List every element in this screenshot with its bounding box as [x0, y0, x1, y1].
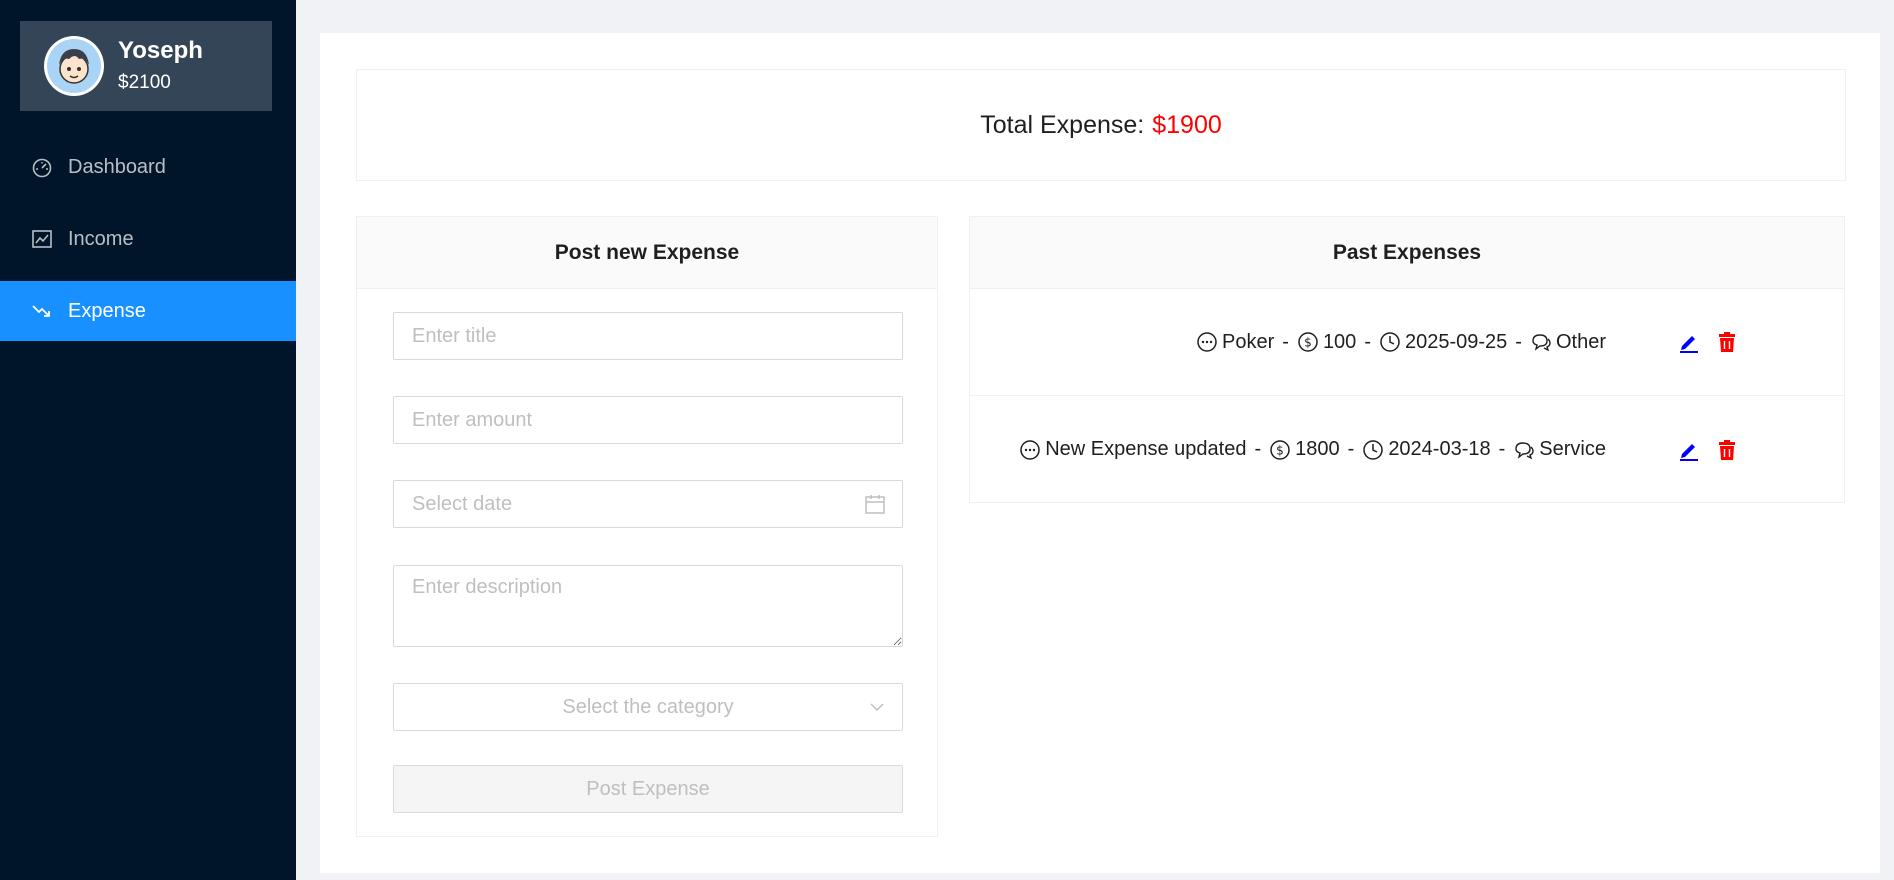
comment-icon	[1019, 439, 1041, 461]
calendar-icon	[864, 493, 886, 521]
avatar-face-icon	[59, 49, 89, 84]
trash-icon	[1719, 439, 1735, 460]
date-field[interactable]	[393, 480, 903, 528]
total-expense-amount: $1900	[1152, 110, 1222, 139]
date-input[interactable]	[412, 492, 884, 516]
clock-icon	[1379, 331, 1401, 353]
category-select[interactable]: Select the category	[393, 683, 903, 731]
user-card: Yoseph $2100	[20, 21, 272, 111]
sidebar-item-label: Expense	[68, 299, 146, 322]
expense-amount: 1800	[1295, 438, 1340, 460]
post-expense-panel: Post new Expense Select the category Pos…	[356, 216, 938, 837]
description-input[interactable]	[393, 565, 903, 647]
comments-icon	[1530, 331, 1552, 353]
past-expenses-heading: Past Expenses	[970, 217, 1844, 289]
expense-amount: 100	[1322, 330, 1357, 353]
title-field[interactable]	[393, 312, 903, 360]
post-expense-button[interactable]: Post Expense	[393, 765, 903, 813]
dollar-icon: $	[1297, 331, 1319, 353]
edit-button[interactable]	[1678, 438, 1700, 462]
sidebar: Yoseph $2100 Dashboard Income Expense	[0, 0, 296, 880]
line-chart-icon	[30, 227, 54, 251]
edit-button[interactable]	[1678, 330, 1700, 354]
avatar	[44, 36, 104, 96]
edit-icon	[1680, 443, 1698, 461]
trash-icon	[1719, 332, 1735, 352]
comments-icon	[1513, 439, 1535, 461]
list-item: Poker - $ 100 - 2025-09-25 - Other	[970, 289, 1844, 396]
svg-text:$: $	[1304, 336, 1312, 350]
expense-category: Service	[1539, 438, 1606, 460]
svg-text:$: $	[1276, 443, 1284, 457]
sidebar-item-expense[interactable]: Expense	[0, 281, 296, 341]
amount-field[interactable]	[393, 396, 903, 444]
comment-icon	[1196, 331, 1218, 353]
dashboard-icon	[30, 155, 54, 179]
expense-date: 2025-09-25	[1404, 330, 1508, 353]
chevron-down-icon	[868, 698, 886, 722]
title-input[interactable]	[412, 324, 884, 348]
main-content: Total Expense: $1900 Post new Expense Se…	[320, 33, 1880, 873]
post-expense-heading: Post new Expense	[357, 217, 937, 289]
expense-category: Other	[1555, 330, 1606, 353]
fall-icon	[30, 299, 54, 323]
total-expense-label: Total Expense:	[980, 110, 1145, 139]
sidebar-item-income[interactable]: Income	[0, 209, 296, 269]
expense-title: Poker	[1222, 330, 1275, 353]
user-balance: $2100	[118, 72, 171, 93]
amount-input[interactable]	[412, 408, 884, 432]
sidebar-item-label: Dashboard	[68, 155, 166, 178]
expense-date: 2024-03-18	[1388, 438, 1491, 460]
sidebar-menu: Dashboard Income Expense	[0, 137, 296, 353]
clock-icon	[1362, 439, 1384, 461]
delete-button[interactable]	[1716, 438, 1738, 462]
past-expenses-panel: Past Expenses Poker - $ 100 - 2025-09-25…	[969, 216, 1845, 503]
list-item: New Expense updated - $ 1800 - 2024-03-1…	[970, 396, 1844, 503]
category-placeholder: Select the category	[562, 695, 734, 718]
sidebar-item-label: Income	[68, 227, 134, 250]
sidebar-item-dashboard[interactable]: Dashboard	[0, 137, 296, 197]
total-expense-card: Total Expense: $1900	[356, 69, 1846, 181]
expense-title: New Expense updated	[1045, 438, 1247, 460]
dollar-icon: $	[1269, 439, 1291, 461]
edit-icon	[1680, 336, 1698, 353]
user-name: Yoseph	[118, 37, 203, 64]
delete-button[interactable]	[1716, 330, 1738, 354]
